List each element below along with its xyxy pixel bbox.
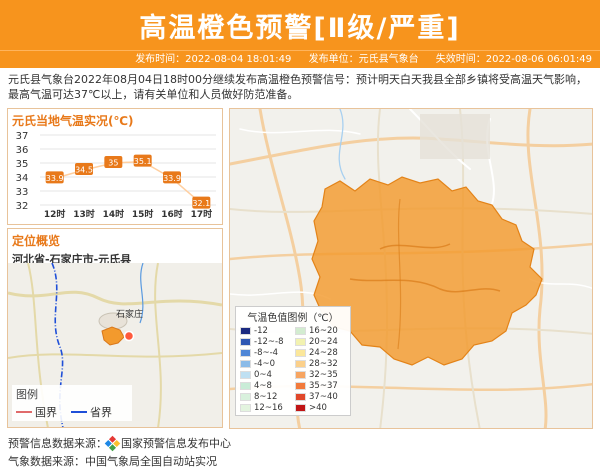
chart-data-label: 33.9 (46, 174, 64, 183)
legend-item: 32~35 (295, 370, 346, 380)
location-mini-map[interactable]: 石家庄 图例 国界 省界 (8, 262, 222, 427)
chart-data-label: 34.5 (75, 166, 93, 175)
legend-item: 20~24 (295, 337, 346, 347)
warning-banner: 高温橙色预警[Ⅱ级/严重] (0, 0, 600, 50)
legend-swatch (240, 404, 251, 412)
chart-x-tick-label: 13时 (73, 208, 95, 220)
legend-item: 4~8 (240, 381, 291, 391)
legend-swatch (295, 327, 306, 335)
mini-map-legend: 图例 国界 省界 (12, 385, 132, 421)
weather-source-line: 气象数据来源：中国气象局全国自动站实况 (8, 453, 217, 469)
legend-swatch (240, 327, 251, 335)
legend-label: 20~24 (309, 337, 338, 347)
legend-swatch (295, 393, 306, 401)
legend-label: 12~16 (254, 403, 283, 413)
national-border-line-icon (16, 411, 32, 413)
temperature-color-legend: 气温色值图例（℃） -12 16~20 -12~-8 20~24 -8~-4 24~28-… (235, 306, 351, 416)
legend-swatch (240, 349, 251, 357)
chart-y-tick-label: 35 (16, 159, 29, 170)
legend-item: 12~16 (240, 403, 291, 413)
publisher: 发布单位：元氏县气象台 (308, 54, 419, 65)
provincial-border-line-icon (71, 411, 87, 413)
legend-swatch (295, 349, 306, 357)
legend-item: -4~0 (240, 359, 291, 369)
legend-swatch (240, 393, 251, 401)
warning-source-label: 预警信息数据来源： (8, 437, 107, 450)
legend-swatch (295, 371, 306, 379)
legend-label: 16~20 (309, 326, 338, 336)
mini-map-city-label: 石家庄 (116, 310, 144, 320)
legend-label: -4~0 (254, 359, 276, 369)
legend-swatch (295, 338, 306, 346)
location-panel: 定位概览 河北省-石家庄市-元氏县 石家庄 图例 国界 省界 (7, 228, 223, 428)
legend-label: 24~28 (309, 348, 338, 358)
legend-label: 37~40 (309, 392, 338, 402)
publish-time: 发布时间：2022-08-04 18:01:49 (135, 54, 292, 65)
chart-y-tick-label: 34 (16, 173, 29, 184)
legend-item: >40 (295, 403, 346, 413)
chart-y-tick-label: 36 (16, 145, 29, 156)
chart-x-tick-label: 17时 (191, 208, 213, 220)
legend-item: 37~40 (295, 392, 346, 402)
legend-swatch (240, 382, 251, 390)
legend-item: -12 (240, 326, 291, 336)
chart-y-tick-label: 37 (16, 131, 29, 142)
legend-label: -12~-8 (254, 337, 284, 347)
warning-center-logo-icon (104, 435, 121, 451)
legend-title: 气温色值图例（℃） (247, 313, 339, 324)
warning-meta-bar: 发布时间：2022-08-04 18:01:49 发布单位：元氏县气象台 失效时… (0, 50, 600, 68)
warning-source-line: 预警信息数据来源： 国家预警信息发布中心 (8, 435, 231, 451)
warning-source-name[interactable]: 国家预警信息发布中心 (121, 435, 231, 451)
legend-label: 28~32 (309, 359, 338, 369)
chart-data-label: 33.9 (163, 174, 181, 183)
legend-item: 0~4 (240, 370, 291, 380)
national-border-label: 国界 (35, 406, 57, 419)
legend-swatch (240, 371, 251, 379)
legend-item: -12~-8 (240, 337, 291, 347)
legend-swatch (240, 338, 251, 346)
chart-y-tick-label: 33 (16, 187, 29, 198)
legend-label: 8~12 (254, 392, 278, 402)
location-panel-title: 定位概览 (12, 234, 61, 248)
legend-swatch (295, 404, 306, 412)
temperature-chart: 32 33 34 35 36 37 33.9 12时 34.5 13时 35 14时 35.1 15时 33… (16, 131, 216, 220)
temperature-panel-title: 元氏当地气温实况(℃) (12, 114, 134, 128)
chart-x-tick-label: 14时 (103, 208, 125, 220)
legend-label: 32~35 (309, 370, 338, 380)
chart-x-tick-label: 15时 (132, 208, 154, 220)
weather-source-label: 气象数据来源：中国气象局全国自动站实况 (8, 455, 217, 468)
legend-item: 24~28 (295, 348, 346, 358)
legend-label: -8~-4 (254, 348, 279, 358)
legend-item: 28~32 (295, 359, 346, 369)
temperature-panel: 元氏当地气温实况(℃) 32 33 34 35 36 37 33.9 12时 34.5 13时 35… (7, 108, 223, 225)
expire-time: 失效时间：2022-08-06 06:01:49 (435, 54, 592, 65)
legend-label: 0~4 (254, 370, 272, 380)
legend-item: 16~20 (295, 326, 346, 336)
legend-swatch (295, 382, 306, 390)
chart-data-label: 35.1 (134, 157, 152, 166)
legend-swatch (240, 360, 251, 368)
chart-data-label: 32.1 (192, 199, 210, 208)
chart-x-tick-label: 16时 (161, 208, 183, 220)
legend-label: 4~8 (254, 381, 272, 391)
warning-description: 元氏县气象台2022年08月04日18时00分继续发布高温橙色预警信号：预计明天… (8, 73, 587, 101)
legend-label: 35~37 (309, 381, 338, 391)
county-map[interactable]: 气温色值图例（℃） -12 16~20 -12~-8 20~24 -8~-4 24~28-… (229, 108, 593, 429)
legend-item: 35~37 (295, 381, 346, 391)
legend-grid: -12 16~20 -12~-8 20~24 -8~-4 24~28 -4~0 28~32 0~… (240, 326, 346, 413)
legend-item: -8~-4 (240, 348, 291, 358)
chart-data-label: 35 (108, 159, 118, 168)
chart-x-tick-label: 12时 (44, 208, 66, 220)
warning-title: 高温橙色预警[Ⅱ级/严重] (139, 12, 461, 44)
legend-swatch (295, 360, 306, 368)
chart-y-tick-label: 32 (16, 201, 29, 212)
legend-label: -12 (254, 326, 268, 336)
legend-label: >40 (309, 403, 327, 413)
provincial-border-label: 省界 (90, 406, 112, 419)
legend-item: 8~12 (240, 392, 291, 402)
mini-legend-title: 图例 (16, 388, 38, 401)
